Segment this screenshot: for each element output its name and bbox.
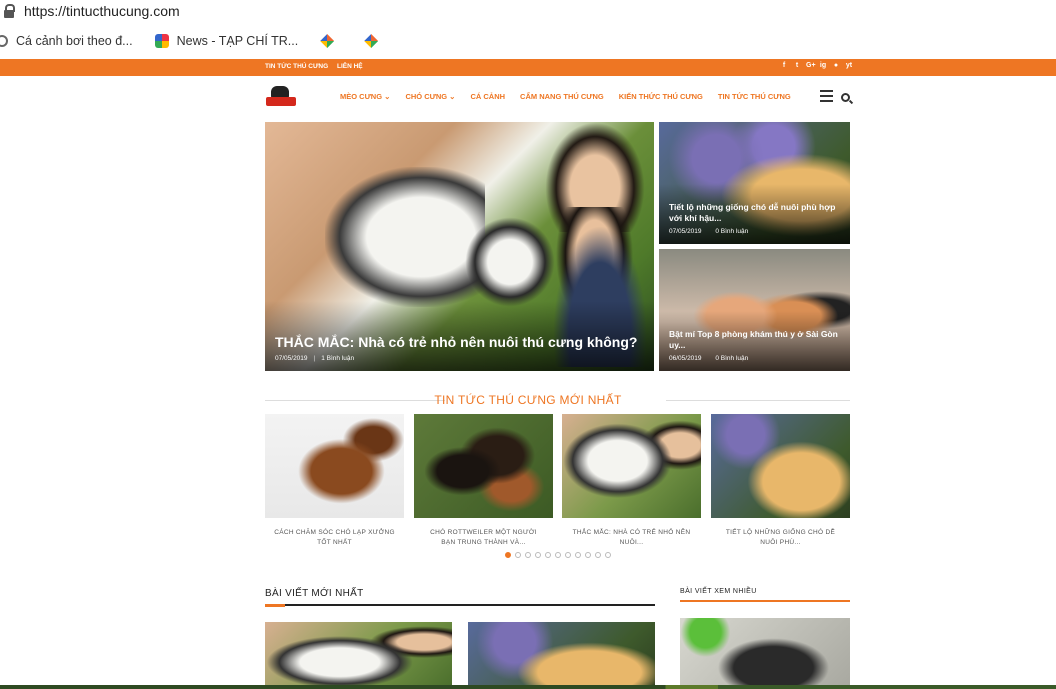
- bookmark-item[interactable]: News - TẠP CHÍ TR...: [154, 34, 299, 48]
- carousel-dot[interactable]: [585, 552, 591, 558]
- nav-item-ca-canh[interactable]: CÁ CẢNH: [470, 92, 505, 101]
- bookmark-label: Cá cảnh bơi theo đ...: [16, 34, 133, 48]
- popular-post-thumbnail[interactable]: [680, 618, 850, 689]
- carousel-dot[interactable]: [535, 552, 541, 558]
- nav-item-cam-nang[interactable]: CẨM NANG THÚ CƯNG: [520, 92, 604, 101]
- bookmark-item[interactable]: Cá cảnh bơi theo đ...: [0, 34, 133, 48]
- post-date: 07/05/2019: [669, 228, 702, 235]
- page-bottom-edge: [0, 685, 1056, 689]
- carousel-dot[interactable]: [565, 552, 571, 558]
- carousel-dot[interactable]: [515, 552, 521, 558]
- instagram-icon[interactable]: ig: [819, 62, 827, 69]
- nav-item-tin-tuc[interactable]: TIN TỨC THÚ CƯNG: [718, 92, 791, 101]
- search-icon[interactable]: [841, 93, 850, 102]
- post-date: 06/05/2019: [669, 355, 702, 362]
- hero-image: [325, 167, 485, 307]
- accent-bar: [265, 604, 285, 607]
- top-strip: TIN TỨC THÚ CƯNG LIÊN HỆ f t G+ ig ● yt: [0, 59, 1056, 76]
- post-thumbnail[interactable]: [468, 622, 655, 689]
- card-title[interactable]: CÁCH CHĂM SÓC CHÓ LẠP XƯỞNG TỐT NHẤT: [265, 528, 404, 548]
- card-title[interactable]: THẮC MẮC: NHÀ CÓ TRẺ NHỎ NÊN NUÔI...: [562, 528, 701, 548]
- featured-side-2[interactable]: Bật mí Top 8 phòng khám thú y ở Sài Gòn …: [659, 249, 850, 371]
- menu-icon[interactable]: [820, 90, 833, 102]
- carousel-dot[interactable]: [505, 552, 511, 558]
- dribbble-icon[interactable]: ●: [832, 62, 840, 69]
- card-title[interactable]: TIẾT LỘ NHỮNG GIỐNG CHÓ DỄ NUÔI PHÙ...: [711, 528, 850, 548]
- section-title-latest-news: TIN TỨC THÚ CƯNG MỚI NHẤT: [434, 393, 622, 407]
- social-links: f t G+ ig ● yt: [780, 62, 853, 69]
- carousel-dot[interactable]: [545, 552, 551, 558]
- divider: [265, 604, 655, 606]
- facebook-icon[interactable]: f: [780, 62, 788, 69]
- pinwheel-icon: [320, 34, 335, 48]
- featured-main[interactable]: THẮC MẮC: Nhà có trẻ nhỏ nên nuôi thú cư…: [265, 122, 654, 371]
- tab-icon: [0, 35, 8, 47]
- card-image[interactable]: [562, 414, 701, 518]
- news-card[interactable]: THẮC MẮC: NHÀ CÓ TRẺ NHỎ NÊN NUÔI...: [562, 414, 701, 548]
- site-logo[interactable]: [266, 86, 296, 108]
- url-text[interactable]: https://tintucthucung.com: [24, 3, 180, 19]
- card-image[interactable]: [265, 414, 404, 518]
- carousel-dot[interactable]: [605, 552, 611, 558]
- carousel-dot[interactable]: [595, 552, 601, 558]
- nav-item-kien-thuc[interactable]: KIẾN THỨC THÚ CƯNG: [619, 92, 703, 101]
- card-title[interactable]: CHÓ ROTTWEILER MỘT NGƯỜI BẠN TRUNG THÀNH…: [414, 528, 553, 548]
- address-bar[interactable]: https://tintucthucung.com: [0, 0, 1056, 22]
- card-image[interactable]: [414, 414, 553, 518]
- topbar-link-news[interactable]: TIN TỨC THÚ CƯNG: [265, 63, 328, 70]
- carousel-dots: [505, 552, 611, 558]
- bookmarks-bar: Cá cảnh bơi theo đ... News - TẠP CHÍ TR.…: [0, 28, 1056, 54]
- carousel-dot[interactable]: [575, 552, 581, 558]
- section-title-popular-posts: BÀI VIẾT XEM NHIỀU: [680, 588, 757, 595]
- youtube-icon[interactable]: yt: [845, 62, 853, 69]
- featured-main-title[interactable]: THẮC MẮC: Nhà có trẻ nhỏ nên nuôi thú cư…: [275, 334, 637, 350]
- comment-count: 0 Bình luận: [715, 228, 749, 235]
- news-card[interactable]: CHÓ ROTTWEILER MỘT NGƯỜI BẠN TRUNG THÀNH…: [414, 414, 553, 548]
- divider: [680, 600, 850, 602]
- bookmark-item[interactable]: [364, 34, 386, 48]
- post-date: 07/05/2019: [275, 355, 308, 362]
- news-card[interactable]: TIẾT LỘ NHỮNG GIỐNG CHÓ DỄ NUÔI PHÙ...: [711, 414, 850, 548]
- news-card[interactable]: CÁCH CHĂM SÓC CHÓ LẠP XƯỞNG TỐT NHẤT: [265, 414, 404, 548]
- bookmark-item[interactable]: [320, 34, 342, 48]
- topbar-link-contact[interactable]: LIÊN HỆ: [337, 63, 363, 70]
- featured-side-meta: 06/05/2019 0 Bình luận: [669, 355, 748, 362]
- featured-side-title[interactable]: Bật mí Top 8 phòng khám thú y ở Sài Gòn …: [669, 329, 844, 351]
- pinwheel-icon: [364, 34, 379, 48]
- featured-side-title[interactable]: Tiết lộ những giống chó dễ nuôi phù hợp …: [669, 202, 844, 224]
- lock-icon: [4, 4, 15, 18]
- google-plus-icon[interactable]: G+: [806, 62, 816, 69]
- nav-item-meo-cung[interactable]: MÈO CƯNG ⌄: [340, 92, 390, 101]
- carousel-dot[interactable]: [555, 552, 561, 558]
- bookmark-label: News - TẠP CHÍ TR...: [176, 34, 299, 48]
- news-icon: [154, 34, 169, 48]
- featured-side-1[interactable]: Tiết lộ những giống chó dễ nuôi phù hợp …: [659, 122, 850, 244]
- main-nav: MÈO CƯNG ⌄ CHÓ CƯNG ⌄ CÁ CẢNH CẨM NANG T…: [340, 92, 806, 101]
- featured-side-meta: 07/05/2019 0 Bình luận: [669, 228, 748, 235]
- comment-count: 0 Bình luận: [715, 355, 749, 362]
- post-thumbnail[interactable]: [265, 622, 452, 689]
- card-image[interactable]: [711, 414, 850, 518]
- twitter-icon[interactable]: t: [793, 62, 801, 69]
- nav-item-cho-cung[interactable]: CHÓ CƯNG ⌄: [405, 92, 455, 101]
- comment-count: 1 Bình luận: [321, 355, 355, 362]
- featured-main-meta: 07/05/2019 | 1 Bình luận: [275, 355, 355, 362]
- section-title-newest-posts: BÀI VIẾT MỚI NHẤT: [265, 588, 364, 599]
- carousel-dot[interactable]: [525, 552, 531, 558]
